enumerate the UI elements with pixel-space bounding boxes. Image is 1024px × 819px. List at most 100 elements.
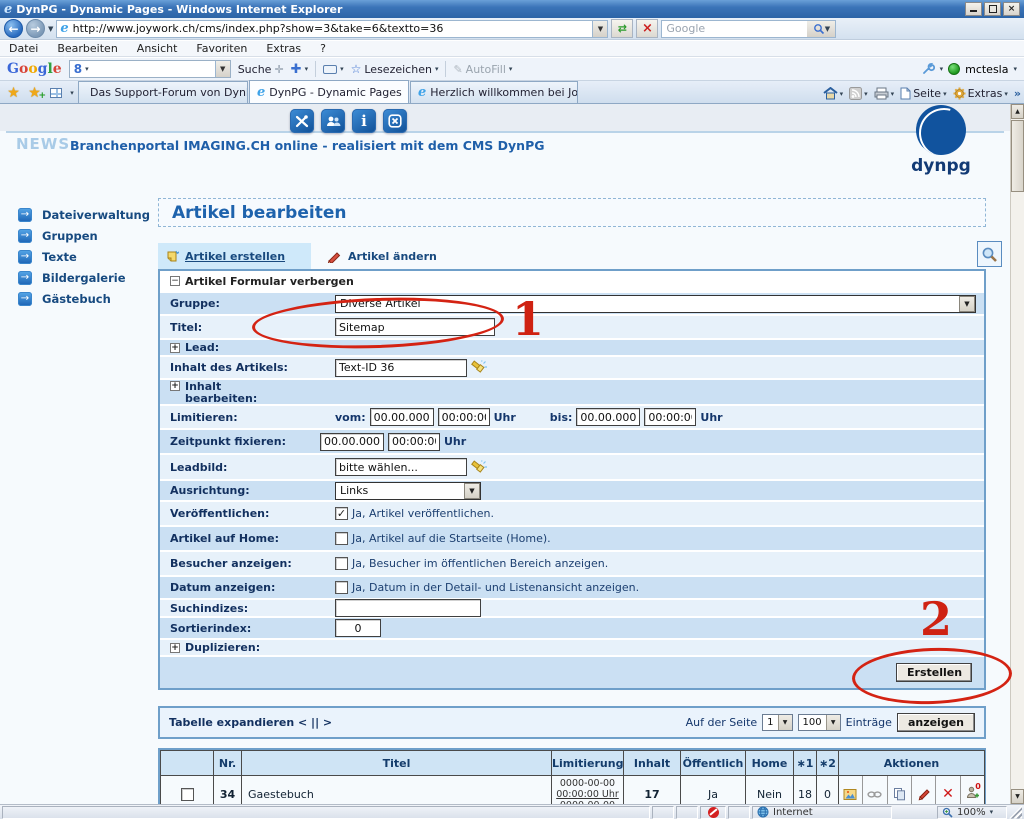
col-nr[interactable]: Nr.	[214, 751, 242, 776]
flashlight-icon[interactable]	[471, 460, 488, 475]
scroll-down-button[interactable]: ▼	[1011, 789, 1024, 804]
page-scrollbar[interactable]: ▲ ▼	[1010, 104, 1024, 804]
datum-checkbox[interactable]	[335, 581, 348, 594]
artikel-home-checkbox[interactable]	[335, 532, 348, 545]
ausrichtung-select[interactable]: Links ▼	[335, 482, 481, 500]
cms-tools-button[interactable]	[290, 109, 314, 133]
menu-help[interactable]: ?	[320, 42, 326, 55]
home-button[interactable]: ▾	[823, 87, 844, 100]
copy-button[interactable]	[887, 776, 911, 804]
print-button[interactable]: ▾	[874, 87, 895, 100]
google-search-input[interactable]: 8 ▾ ▼	[69, 60, 231, 78]
col-limitierung[interactable]: Limitierung	[552, 751, 624, 776]
popup-blocker-button[interactable]: ▾	[323, 65, 344, 74]
sidebar-item-texte[interactable]: →Texte	[18, 246, 150, 267]
sortierindex-input[interactable]	[335, 619, 381, 637]
favorites-button[interactable]: ★	[3, 82, 24, 103]
tools-menu-button[interactable]: Extras ▾	[953, 87, 1008, 100]
sidebar-item-bildergalerie[interactable]: →Bildergalerie	[18, 267, 150, 288]
table-expand-control[interactable]: Tabelle expandieren < || >	[169, 716, 332, 729]
sidebar-item-gaestebuch[interactable]: →Gästebuch	[18, 288, 150, 309]
more-commands-chevron[interactable]: »	[1014, 87, 1021, 100]
page-select[interactable]: 1▼	[762, 714, 792, 731]
tab-artikel-aendern[interactable]: Artikel ändern	[319, 243, 445, 269]
close-button[interactable]: ×	[1003, 2, 1020, 16]
chevron-down-icon[interactable]: ▾	[85, 65, 89, 73]
perpage-select[interactable]: 100▼	[798, 714, 841, 731]
account-name[interactable]: mctesla	[965, 63, 1008, 76]
cms-logout-button[interactable]	[383, 109, 407, 133]
refresh-button[interactable]: ⇄	[611, 19, 633, 38]
suche-button[interactable]: Suche ✛	[238, 63, 284, 76]
expand-icon[interactable]: +	[170, 343, 180, 353]
add-favorite-button[interactable]: ★+	[24, 82, 45, 103]
fixier-time-input[interactable]	[388, 433, 440, 451]
zoom-control[interactable]: 100% ▾	[937, 806, 1007, 819]
tab-dynpg-active[interactable]: e DynPG - Dynamic Pages ✕	[249, 80, 409, 103]
history-dropdown[interactable]: ▼	[48, 25, 53, 33]
veroeffentlichen-checkbox[interactable]: ✓	[335, 507, 348, 520]
tab-joywork[interactable]: e Herzlich willkommen bei Joyw...	[410, 81, 578, 103]
collapse-label[interactable]: Artikel Formular verbergen	[185, 275, 354, 288]
restore-button[interactable]	[984, 2, 1001, 16]
besucher-checkbox[interactable]	[335, 557, 348, 570]
limit-vom-date-input[interactable]	[370, 408, 434, 426]
suchindizes-input[interactable]	[335, 599, 481, 617]
col-home[interactable]: Home	[746, 751, 794, 776]
search-input[interactable]: Google ▼	[661, 20, 836, 38]
expand-icon[interactable]: +	[170, 381, 180, 391]
forward-button[interactable]: →	[26, 19, 45, 38]
autofill-button[interactable]: ✎ AutoFill ▾	[453, 63, 512, 76]
inhalt-input[interactable]	[335, 359, 467, 377]
page-menu-button[interactable]: Seite ▾	[900, 87, 946, 100]
duplizieren-label[interactable]: Duplizieren:	[185, 641, 260, 654]
expand-icon[interactable]: +	[170, 643, 180, 653]
limit-bis-time-input[interactable]	[644, 408, 696, 426]
fixier-date-input[interactable]	[320, 433, 384, 451]
col-count1[interactable]: ∗1	[794, 751, 817, 776]
collapse-icon[interactable]: −	[170, 276, 180, 286]
menu-datei[interactable]: Datei	[9, 42, 38, 55]
flashlight-icon[interactable]	[471, 360, 488, 375]
minimize-button[interactable]	[965, 2, 982, 16]
stop-button[interactable]: ×	[636, 19, 658, 38]
menu-favoriten[interactable]: Favoriten	[196, 42, 247, 55]
popup-blocked-indicator[interactable]	[700, 806, 726, 819]
form-collapse-row[interactable]: − Artikel Formular verbergen	[160, 271, 984, 293]
row-select-checkbox[interactable]	[181, 788, 194, 801]
scroll-thumb[interactable]	[1011, 120, 1024, 192]
tab-list-dropdown[interactable]: ▾	[66, 82, 78, 103]
inhalt-bearbeiten-label[interactable]: Inhalt bearbeiten:	[185, 381, 267, 405]
limit-bis-date-input[interactable]	[576, 408, 640, 426]
wrench-icon[interactable]	[921, 62, 935, 76]
tab-support-forum[interactable]: Das Support-Forum von DynPG	[78, 81, 248, 103]
google-search-dropdown[interactable]: ▼	[215, 61, 230, 77]
chevron-down-icon[interactable]: ▾	[940, 65, 944, 73]
link-button[interactable]	[862, 776, 886, 804]
menu-extras[interactable]: Extras	[266, 42, 301, 55]
col-oeffentlich[interactable]: Öffentlich	[681, 751, 746, 776]
add-button[interactable]: ✚▾	[291, 62, 308, 77]
search-article-button[interactable]	[977, 241, 1002, 267]
cms-users-button[interactable]	[321, 109, 345, 133]
back-button[interactable]: ←	[4, 19, 23, 38]
menu-ansicht[interactable]: Ansicht	[137, 42, 178, 55]
col-titel[interactable]: Titel	[242, 751, 552, 776]
col-inhalt[interactable]: Inhalt	[624, 751, 681, 776]
quick-tabs-button[interactable]	[45, 82, 66, 103]
bookmarks-button[interactable]: ☆ Lesezeichen ▾	[351, 62, 439, 76]
search-go-button[interactable]: ▼	[807, 21, 835, 37]
resize-grip[interactable]	[1009, 806, 1022, 819]
visitors-button[interactable]: 0	[960, 776, 984, 804]
address-field[interactable]: e http://www.joywork.ch/cms/index.php?sh…	[56, 20, 608, 38]
export-image-button[interactable]	[839, 776, 862, 804]
sidebar-item-dateiverwaltung[interactable]: →Dateiverwaltung	[18, 204, 150, 225]
col-count2[interactable]: ∗2	[817, 751, 839, 776]
address-dropdown[interactable]: ▼	[592, 21, 607, 37]
menu-bearbeiten[interactable]: Bearbeiten	[57, 42, 117, 55]
leadbild-input[interactable]	[335, 458, 467, 476]
chevron-down-icon[interactable]: ▾	[1013, 65, 1017, 73]
anzeigen-button[interactable]: anzeigen	[897, 713, 975, 732]
edit-button[interactable]	[911, 776, 935, 804]
sidebar-item-gruppen[interactable]: →Gruppen	[18, 225, 150, 246]
